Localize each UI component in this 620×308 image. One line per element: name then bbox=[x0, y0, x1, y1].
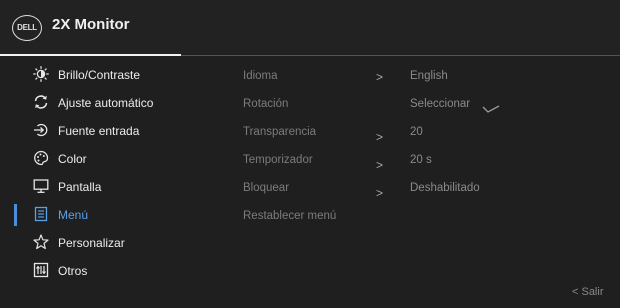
setting-value: English bbox=[410, 70, 448, 82]
setting-name: Temporizador bbox=[243, 154, 313, 166]
setting-row-temporizador[interactable]: Temporizador > 20 s bbox=[0, 154, 620, 174]
chevron-right-icon: > bbox=[376, 130, 384, 144]
header-divider bbox=[181, 55, 620, 56]
chevron-right-icon: > bbox=[376, 70, 384, 84]
dell-logo: DELL bbox=[12, 15, 42, 41]
monitor-osd: DELL 2X Monitor Brillo/Contraste Ajuste … bbox=[0, 0, 620, 308]
sidebar-item-label: Otros bbox=[58, 264, 88, 278]
chevron-right-icon: > bbox=[376, 158, 384, 172]
chevron-right-icon: > bbox=[376, 186, 384, 200]
setting-row-idioma[interactable]: Idioma > English bbox=[0, 70, 620, 90]
sidebar-item-otros[interactable]: Otros bbox=[0, 258, 230, 286]
header-divider-active bbox=[0, 54, 181, 56]
setting-value: Seleccionar bbox=[410, 98, 471, 110]
setting-row-rotacion[interactable]: Rotación Seleccionar bbox=[0, 98, 620, 118]
others-icon bbox=[33, 262, 49, 278]
sidebar-item-label: Personalizar bbox=[58, 236, 125, 250]
star-icon bbox=[33, 234, 49, 250]
setting-name: Restablecer menú bbox=[243, 210, 337, 222]
setting-name: Bloquear bbox=[243, 182, 290, 194]
monitor-title: 2X Monitor bbox=[52, 16, 130, 33]
exit-button[interactable]: < Salir bbox=[572, 286, 604, 298]
checkmark-icon bbox=[482, 101, 500, 119]
setting-value: 20 bbox=[410, 126, 423, 138]
setting-name: Rotación bbox=[243, 98, 289, 110]
setting-row-transparencia[interactable]: Transparencia > 20 bbox=[0, 126, 620, 146]
setting-name: Idioma bbox=[243, 70, 278, 82]
setting-value: Deshabilitado bbox=[410, 182, 480, 194]
setting-name: Transparencia bbox=[243, 126, 317, 138]
setting-value: 20 s bbox=[410, 154, 432, 166]
setting-row-bloquear[interactable]: Bloquear > Deshabilitado bbox=[0, 182, 620, 202]
sidebar-item-personalizar[interactable]: Personalizar bbox=[0, 230, 230, 258]
setting-row-restablecer-menu[interactable]: Restablecer menú bbox=[0, 210, 620, 230]
osd-header: DELL 2X Monitor bbox=[0, 0, 620, 54]
